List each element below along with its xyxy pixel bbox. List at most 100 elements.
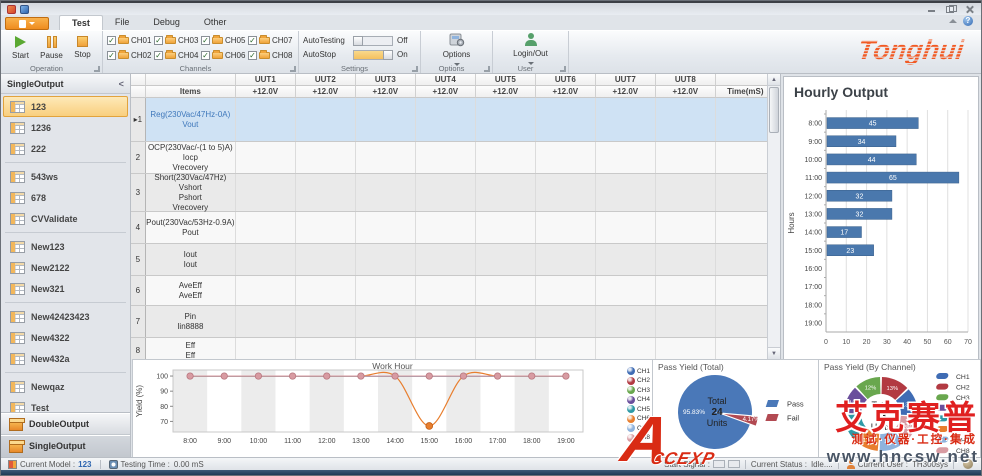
legend-ball-icon bbox=[627, 434, 635, 442]
dialog-launcher-icon[interactable] bbox=[560, 66, 566, 72]
table-row[interactable]: 7PinIin8888 bbox=[131, 306, 780, 338]
channel-checkbox-ch08[interactable]: ✓CH08 bbox=[248, 48, 295, 63]
help-icon[interactable]: ? bbox=[963, 16, 973, 26]
quick-access-app-icon[interactable] bbox=[7, 5, 16, 14]
scroll-up-icon[interactable]: ▲ bbox=[768, 74, 780, 86]
sidebar-item-new2122[interactable]: New2122 bbox=[3, 257, 128, 278]
start-icon bbox=[15, 36, 26, 48]
uut-value-cell bbox=[296, 212, 356, 243]
legend-label: CH8 bbox=[637, 434, 650, 441]
sidebar-header[interactable]: SingleOutput < bbox=[1, 74, 130, 94]
sidebar-mode-singleoutput[interactable]: SingleOutput bbox=[1, 435, 130, 457]
sidebar-item-543ws[interactable]: 543ws bbox=[3, 166, 128, 187]
tab-other[interactable]: Other bbox=[192, 15, 239, 30]
sidebar-item-123[interactable]: 123 bbox=[3, 96, 128, 117]
sidebar-mode-doubleoutput[interactable]: DoubleOutput bbox=[1, 413, 130, 435]
application-menu-button[interactable] bbox=[5, 17, 49, 30]
sidebar-item-cvvalidate[interactable]: CVValidate bbox=[3, 208, 128, 229]
uut-value-cell bbox=[236, 276, 296, 305]
table-row[interactable]: 6AveEffAveEff bbox=[131, 276, 780, 306]
svg-text:12%: 12% bbox=[884, 439, 896, 445]
channel-checkbox-ch03[interactable]: ✓CH03 bbox=[154, 33, 201, 48]
channel-checkbox-ch02[interactable]: ✓CH02 bbox=[107, 48, 154, 63]
sidebar-item-test[interactable]: Test bbox=[3, 397, 128, 412]
sidebar-item-678[interactable]: 678 bbox=[3, 187, 128, 208]
svg-text:CH2: CH2 bbox=[956, 385, 970, 392]
auto-stop-toggle[interactable] bbox=[353, 50, 393, 60]
person-icon bbox=[525, 33, 537, 46]
sidebar-item-222[interactable]: 222 bbox=[3, 138, 128, 159]
model-grid-icon bbox=[10, 262, 25, 274]
uut-value-cell bbox=[296, 174, 356, 211]
model-grid-icon bbox=[10, 101, 25, 113]
dialog-launcher-icon[interactable] bbox=[94, 66, 100, 72]
channel-checkbox-ch01[interactable]: ✓CH01 bbox=[107, 33, 154, 48]
collapse-sidebar-icon[interactable]: < bbox=[119, 79, 124, 89]
table-row[interactable]: 2OCP(230Vac/-(1 to 5)A)IocpVrecovery bbox=[131, 142, 780, 174]
svg-text:65: 65 bbox=[889, 175, 897, 182]
tab-test[interactable]: Test bbox=[59, 15, 103, 30]
svg-text:12:00: 12:00 bbox=[804, 193, 822, 200]
table-row[interactable]: ▸1Reg(230Vac/47Hz-0A)Vout bbox=[131, 98, 780, 142]
ribbon-group-channels: ✓CH01✓CH02✓CH03✓CH04✓CH05✓CH06✓CH07✓CH08… bbox=[103, 31, 299, 73]
sidebar-item-new432a[interactable]: New432a bbox=[3, 348, 128, 369]
tab-file[interactable]: File bbox=[103, 15, 142, 30]
scrollbar-thumb[interactable] bbox=[769, 87, 779, 133]
stop-icon bbox=[77, 36, 88, 47]
sidebar-header-label: SingleOutput bbox=[7, 79, 64, 89]
work-hour-legend: CH1CH2CH3CH4CH5CH6CH7CH8 bbox=[627, 367, 650, 442]
row-items-cell: Short(230Vac/47Hz)VshortPshortVrecovery bbox=[146, 174, 236, 211]
legend-label: CH4 bbox=[637, 396, 650, 403]
collapse-ribbon-icon[interactable] bbox=[949, 19, 957, 23]
svg-text:CH5: CH5 bbox=[956, 416, 970, 423]
channel-checkbox-ch06[interactable]: ✓CH06 bbox=[201, 48, 248, 63]
sidebar-item-new321[interactable]: New321 bbox=[3, 278, 128, 299]
svg-text:20: 20 bbox=[863, 339, 871, 346]
table-row[interactable]: 5IoutIout bbox=[131, 244, 780, 276]
model-grid-icon bbox=[10, 283, 25, 295]
uut-value-cell bbox=[596, 338, 656, 359]
sidebar-item-new42423423[interactable]: New42423423 bbox=[3, 306, 128, 327]
svg-text:10:00: 10:00 bbox=[804, 157, 822, 164]
sidebar-item-new123[interactable]: New123 bbox=[3, 236, 128, 257]
uut-value-cell bbox=[536, 212, 596, 243]
login-out-button[interactable]: Login/Out bbox=[501, 33, 561, 65]
channel-checkbox-ch04[interactable]: ✓CH04 bbox=[154, 48, 201, 63]
sidebar-item-1236[interactable]: 1236 bbox=[3, 117, 128, 138]
scroll-down-icon[interactable]: ▼ bbox=[768, 347, 780, 359]
uut-voltage-cell: +12.0V bbox=[416, 86, 476, 98]
table-row[interactable]: 8EffEff bbox=[131, 338, 780, 359]
minimize-icon[interactable] bbox=[927, 5, 937, 13]
table-row[interactable]: 4Pout(230Vac/53Hz-0.9A)Pout bbox=[131, 212, 780, 244]
model-grid-icon bbox=[10, 122, 25, 134]
legend-ball-icon bbox=[627, 415, 635, 423]
group-label-user: User bbox=[493, 64, 558, 73]
quick-access-save-icon[interactable] bbox=[20, 5, 29, 14]
sidebar-item-newqaz[interactable]: Newqaz bbox=[3, 376, 128, 397]
tab-debug[interactable]: Debug bbox=[141, 15, 192, 30]
start-button[interactable]: Start bbox=[6, 36, 36, 60]
dialog-launcher-icon[interactable] bbox=[412, 66, 418, 72]
table-scrollbar[interactable]: ▲ ▼ bbox=[767, 74, 780, 359]
channel-checkbox-ch05[interactable]: ✓CH05 bbox=[201, 33, 248, 48]
channel-checkbox-ch07[interactable]: ✓CH07 bbox=[248, 33, 295, 48]
dialog-launcher-icon[interactable] bbox=[484, 66, 490, 72]
auto-testing-toggle[interactable] bbox=[353, 36, 393, 46]
dialog-launcher-icon[interactable] bbox=[290, 66, 296, 72]
restore-icon[interactable] bbox=[946, 5, 956, 13]
svg-text:70: 70 bbox=[160, 419, 168, 426]
sidebar-item-label: New42423423 bbox=[31, 312, 90, 322]
options-label: Options bbox=[443, 50, 471, 59]
ribbon: Start Pause Stop Operation ✓CH01✓CH02✓CH… bbox=[1, 30, 981, 74]
stop-button[interactable]: Stop bbox=[68, 36, 98, 59]
svg-text:CH6: CH6 bbox=[956, 427, 970, 434]
uut-value-cell bbox=[416, 244, 476, 275]
options-button[interactable]: Options bbox=[429, 33, 485, 66]
sidebar: SingleOutput < 1231236222 543ws678CVValid… bbox=[1, 74, 131, 457]
uut-voltage-cell: +12.0V bbox=[476, 86, 536, 98]
pause-button[interactable]: Pause bbox=[37, 36, 67, 60]
close-icon[interactable] bbox=[965, 5, 975, 13]
sidebar-item-new4322[interactable]: New4322 bbox=[3, 327, 128, 348]
sidebar-model-list: 1231236222 543ws678CVValidate New123New212… bbox=[1, 94, 130, 412]
table-row[interactable]: 3Short(230Vac/47Hz)VshortPshortVrecovery bbox=[131, 174, 780, 212]
